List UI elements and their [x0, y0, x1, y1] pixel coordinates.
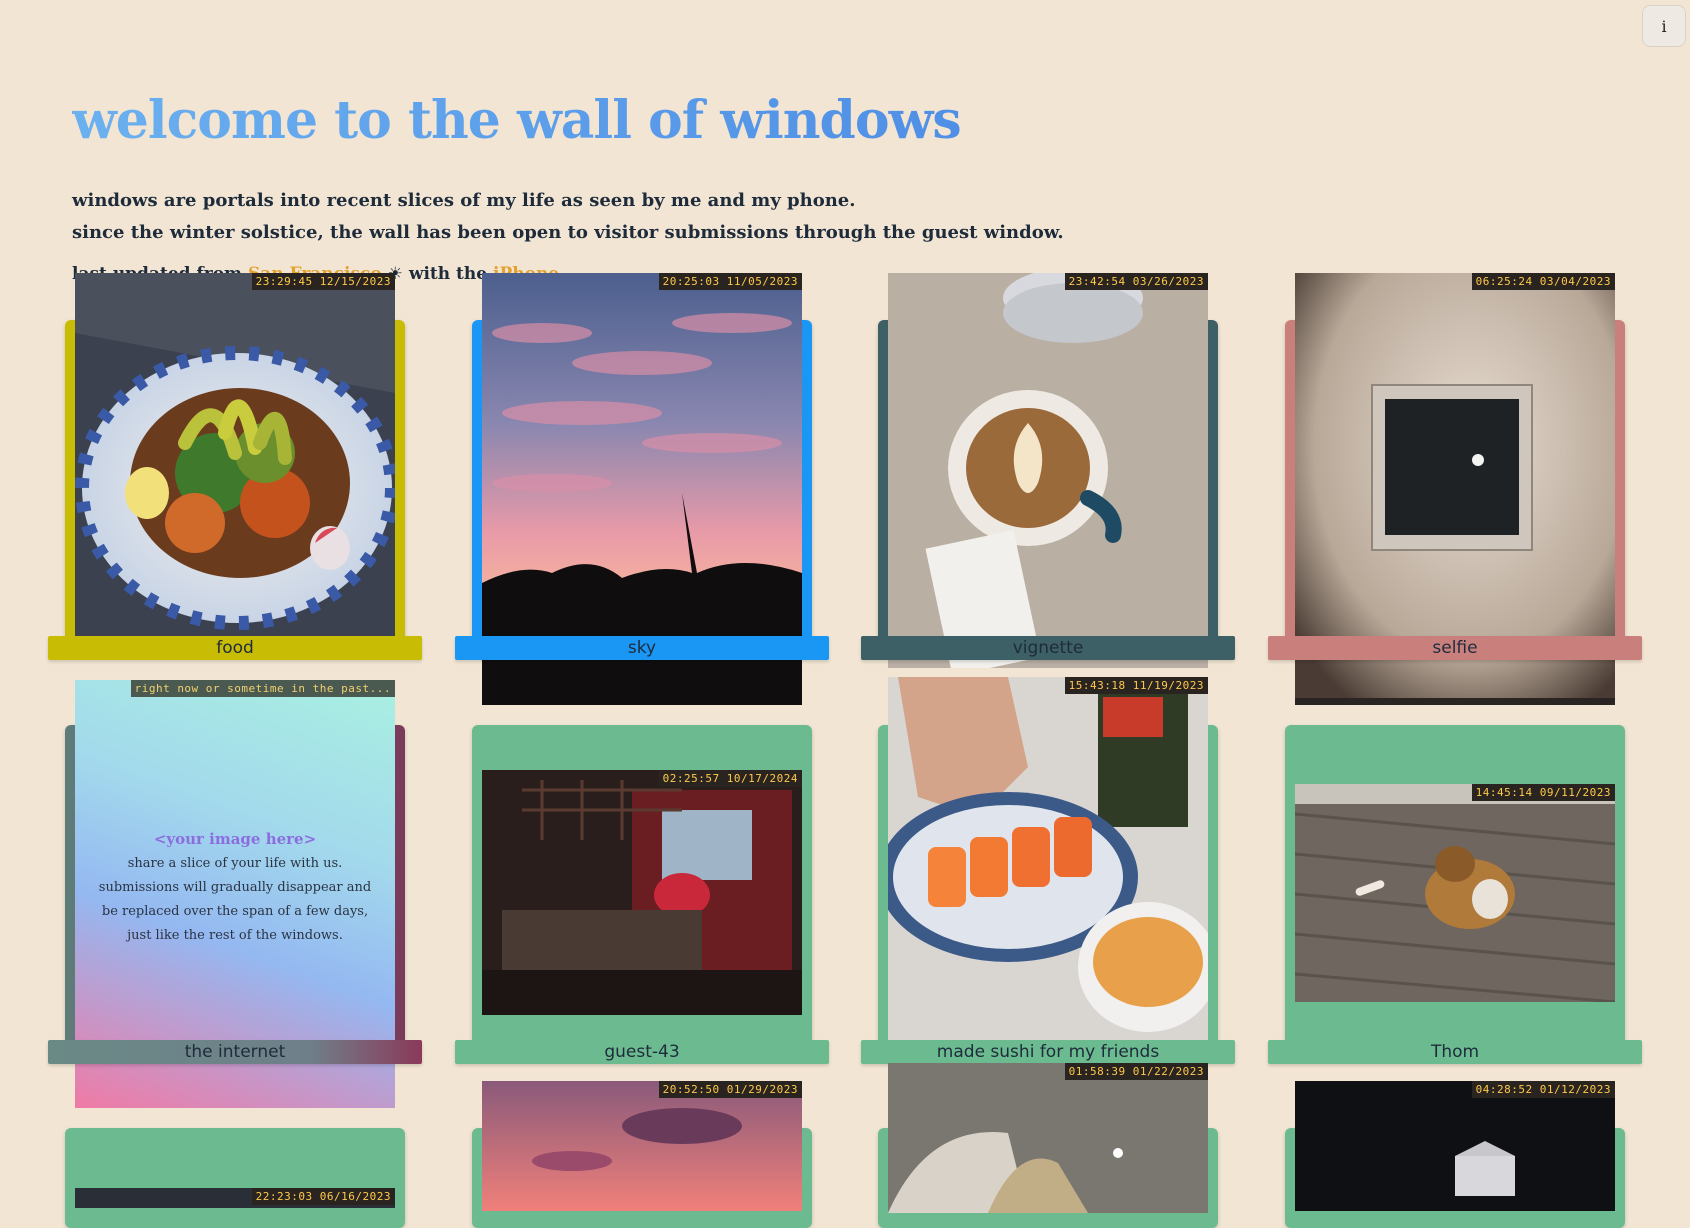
window-timestamp-row3-3: 01:58:39 01/22/2023 [1064, 1063, 1208, 1080]
window-photo-guest-43[interactable]: 02:25:57 10/17/2024 [482, 770, 802, 1015]
window-timestamp-vignette: 23:42:54 03/26/2023 [1064, 273, 1208, 290]
window-timestamp-food: 23:29:45 12/15/2023 [251, 273, 395, 290]
row3-3-photo-image [888, 1063, 1208, 1213]
guest-description: share a slice of your life with us. subm… [98, 856, 372, 943]
row3-4-photo-image [1295, 1081, 1615, 1211]
window-label-sky[interactable]: sky [455, 636, 829, 660]
window-photo-row3-1[interactable]: 22:23:03 06/16/2023 [75, 1188, 395, 1208]
window-timestamp-row3-1: 22:23:03 06/16/2023 [251, 1188, 395, 1205]
window-photo-vignette[interactable]: 23:42:54 03/26/2023 [888, 273, 1208, 668]
window-timestamp-sushi: 15:43:18 11/19/2023 [1064, 677, 1208, 694]
window-timestamp-internet: right now or sometime in the past... [130, 680, 395, 697]
window-label-food[interactable]: food [48, 636, 422, 660]
guest-title[interactable]: <your image here> [75, 830, 395, 848]
guest-content: <your image here> share a slice of your … [75, 830, 395, 948]
sushi-photo-image [888, 677, 1208, 1040]
thom-photo-image [1295, 784, 1615, 1002]
window-label-thom[interactable]: Thom [1268, 1040, 1642, 1064]
window-photo-food[interactable]: 23:29:45 12/15/2023 [75, 273, 395, 640]
window-timestamp-row3-2: 20:52:50 01/29/2023 [658, 1081, 802, 1098]
window-label-guest-43[interactable]: guest-43 [455, 1040, 829, 1064]
window-timestamp-guest-43: 02:25:57 10/17/2024 [658, 770, 802, 787]
row3-2-photo-image [482, 1081, 802, 1211]
window-timestamp-row3-4: 04:28:52 01/12/2023 [1471, 1081, 1615, 1098]
window-timestamp-thom: 14:45:14 09/11/2023 [1471, 784, 1615, 801]
intro-line-2: since the winter solstice, the wall has … [72, 222, 1064, 243]
window-frame-row3-1 [65, 1128, 405, 1228]
intro-line-1: windows are portals into recent slices o… [72, 190, 856, 211]
window-timestamp-selfie: 06:25:24 03/04/2023 [1471, 273, 1615, 290]
window-photo-row3-3[interactable]: 01:58:39 01/22/2023 [888, 1063, 1208, 1213]
updated-mid: with the [408, 264, 488, 284]
window-photo-sushi[interactable]: 15:43:18 11/19/2023 [888, 677, 1208, 1040]
window-timestamp-sky: 20:25:03 11/05/2023 [658, 273, 802, 290]
window-label-selfie[interactable]: selfie [1268, 636, 1642, 660]
window-label-internet[interactable]: the internet [48, 1040, 422, 1064]
guest-43-photo-image [482, 770, 802, 1015]
window-photo-row3-4[interactable]: 04:28:52 01/12/2023 [1295, 1081, 1615, 1211]
window-photo-thom[interactable]: 14:45:14 09/11/2023 [1295, 784, 1615, 1002]
window-label-sushi[interactable]: made sushi for my friends [861, 1040, 1235, 1064]
info-button[interactable]: i [1642, 5, 1686, 47]
food-photo-image [75, 273, 395, 640]
window-label-vignette[interactable]: vignette [861, 636, 1235, 660]
vignette-photo-image [888, 273, 1208, 668]
window-photo-row3-2[interactable]: 20:52:50 01/29/2023 [482, 1081, 802, 1211]
page-title: welcome to the wall of windows [72, 90, 962, 151]
